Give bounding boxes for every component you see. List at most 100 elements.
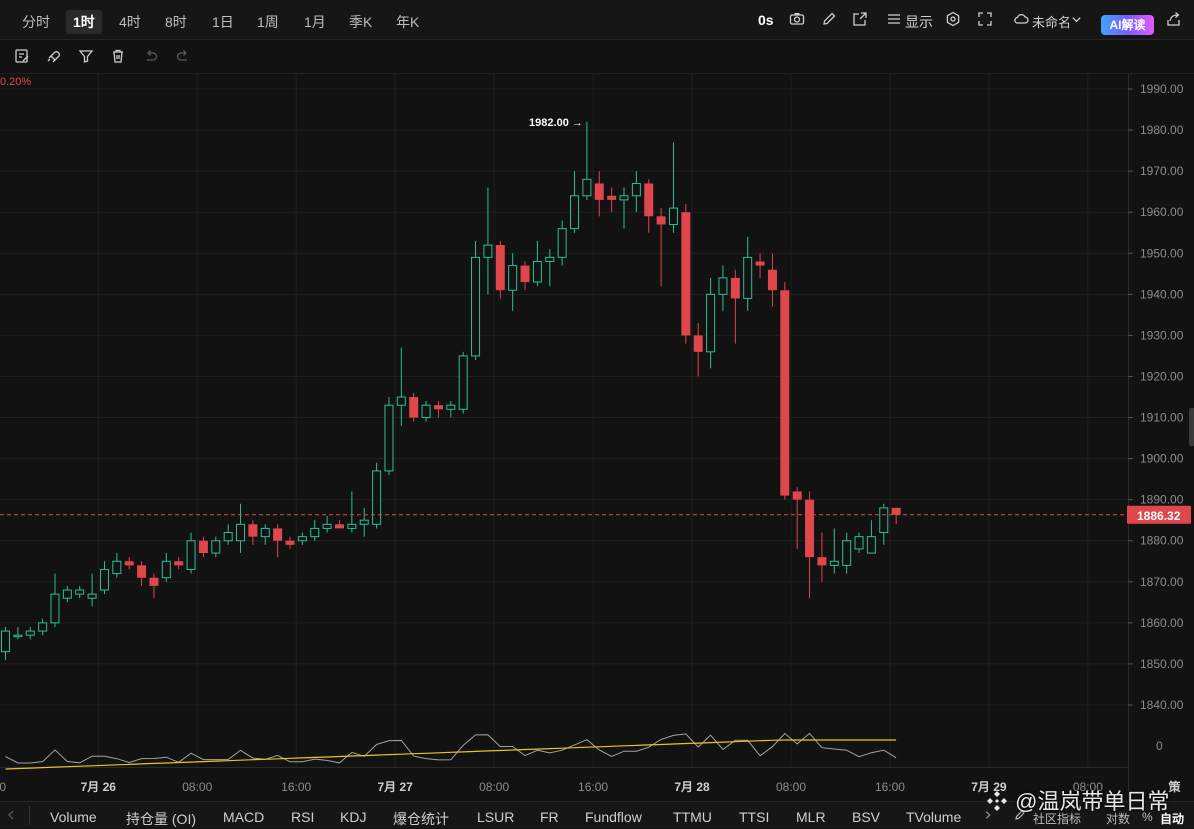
tf-timeline[interactable]: 分时 (22, 12, 50, 32)
chevron-down-icon[interactable] (1071, 14, 1082, 25)
candle-body (260, 527, 270, 538)
candle-body (545, 256, 555, 262)
countdown-label[interactable]: 0s (758, 12, 774, 28)
candle-body (718, 277, 728, 295)
drawing-toolbar (0, 40, 1194, 74)
candle-body (322, 523, 332, 529)
candle-body (495, 245, 505, 291)
x-tick-label: 7月 26 (81, 780, 117, 794)
candle-body (347, 523, 357, 529)
ai-analysis-button[interactable]: AI解读 (1101, 15, 1154, 35)
x-tick-label: 16:00 (875, 780, 905, 794)
candle-body (532, 260, 542, 283)
indicator-kdj[interactable]: KDJ (340, 809, 366, 825)
candle-body (409, 397, 419, 418)
pencil-icon[interactable] (821, 11, 837, 27)
candle-body (656, 216, 666, 225)
candle-body (668, 207, 678, 226)
indicator-oi[interactable]: 持仓量 (OI) (126, 809, 196, 829)
candle-body (223, 532, 233, 542)
high-price-annotation: 1982.00 → (529, 117, 583, 129)
x-tick-label: 16:00 (578, 780, 608, 794)
candlestick-chart[interactable]: 1990.00 1980.00 1970.00 1960.00 1950.00 1940.… (0, 74, 1194, 801)
indicator-rsi[interactable]: RSI (291, 809, 314, 825)
diamond-logo-icon (987, 791, 1007, 811)
candle-body (767, 269, 777, 291)
candle-body (62, 589, 72, 599)
candle-body (706, 293, 716, 353)
indicator-tvolume[interactable]: TVolume (906, 809, 961, 825)
tf-8h[interactable]: 8时 (165, 12, 187, 32)
candle-body (829, 560, 839, 566)
indicator-mlr[interactable]: MLR (796, 809, 826, 825)
filter-icon[interactable] (78, 48, 94, 64)
display-label[interactable]: 显示 (905, 12, 933, 32)
share-icon[interactable] (1166, 11, 1182, 27)
candle-body (87, 593, 97, 599)
candle-body (743, 256, 753, 299)
undo-icon[interactable] (143, 48, 159, 64)
settings-icon[interactable] (945, 11, 961, 27)
tf-4h[interactable]: 4时 (119, 12, 141, 32)
candle-body (557, 228, 567, 258)
redo-icon[interactable] (175, 48, 191, 64)
indicator-lsur[interactable]: LSUR (477, 809, 514, 825)
candle-body (75, 589, 85, 595)
y-tick-label: 1970.00 (1140, 164, 1184, 178)
candle-body (570, 195, 580, 230)
candle-body (421, 404, 431, 419)
trash-icon[interactable] (110, 48, 126, 64)
top-toolbar: 分时 1时 4时 8时 1日 1周 1月 季K 年K 0s 显示 未命名 AI解… (0, 0, 1194, 40)
x-tick-label: 08:00 (479, 780, 509, 794)
candle-body (891, 507, 901, 515)
x-tick-label: 16:00 (281, 780, 311, 794)
candle-body (50, 593, 60, 624)
indicator-macd[interactable]: MACD (223, 809, 264, 825)
candle-body (310, 527, 320, 538)
tf-1w[interactable]: 1周 (257, 12, 279, 32)
candle-body (458, 355, 468, 410)
indicator-ttmu[interactable]: TTMU (673, 809, 712, 825)
tf-year[interactable]: 年K (396, 12, 419, 32)
x-tick-label: 08:00 (776, 780, 806, 794)
display-list-icon[interactable] (886, 11, 902, 27)
indicator-ttsi[interactable]: TTSI (739, 809, 769, 825)
tf-1h[interactable]: 1时 (66, 10, 102, 34)
candle-body (607, 195, 617, 200)
indicator-liquidation[interactable]: 爆仓统计 (393, 809, 449, 829)
y-tick-label: 1840.00 (1140, 698, 1184, 712)
candle-body (359, 519, 369, 525)
watermark-handle: @温岚带单日常 (1015, 789, 1170, 814)
candle-body (866, 536, 876, 554)
indicator-fundflow[interactable]: Fundflow (585, 809, 642, 825)
candle-body (619, 195, 629, 201)
y-tick-label: 1940.00 (1140, 287, 1184, 301)
x-tick-label: 策 (1168, 779, 1181, 794)
expand-icon[interactable] (852, 11, 868, 27)
candle-body (780, 290, 790, 496)
candle-body (842, 540, 852, 566)
chevron-left-icon[interactable] (5, 809, 17, 821)
candle-body (248, 524, 258, 537)
candle-body (186, 540, 196, 570)
candle-body (198, 540, 208, 554)
y-tick-label: 1950.00 (1140, 246, 1184, 260)
side-panel-handle[interactable] (1189, 408, 1194, 446)
tf-1d[interactable]: 1日 (212, 12, 234, 32)
indicator-fr[interactable]: FR (540, 809, 559, 825)
layout-name[interactable]: 未命名 (1032, 12, 1071, 31)
indicator-volume[interactable]: Volume (50, 809, 97, 825)
magnet-icon[interactable] (46, 48, 62, 64)
candle-body (879, 507, 889, 534)
tf-1m[interactable]: 1月 (304, 12, 326, 32)
y-tick-label: 1860.00 (1140, 616, 1184, 630)
camera-icon[interactable] (789, 11, 805, 27)
percent-change-label: 0.20% (0, 76, 32, 88)
edit-note-icon[interactable] (14, 48, 30, 64)
fullscreen-icon[interactable] (977, 11, 993, 27)
indicator-bsv[interactable]: BSV (852, 809, 880, 825)
y-tick-label: 1990.00 (1140, 82, 1184, 96)
tf-quarter[interactable]: 季K (349, 12, 372, 32)
candle-body (137, 565, 147, 578)
x-tick-label: 7月 28 (674, 780, 710, 794)
